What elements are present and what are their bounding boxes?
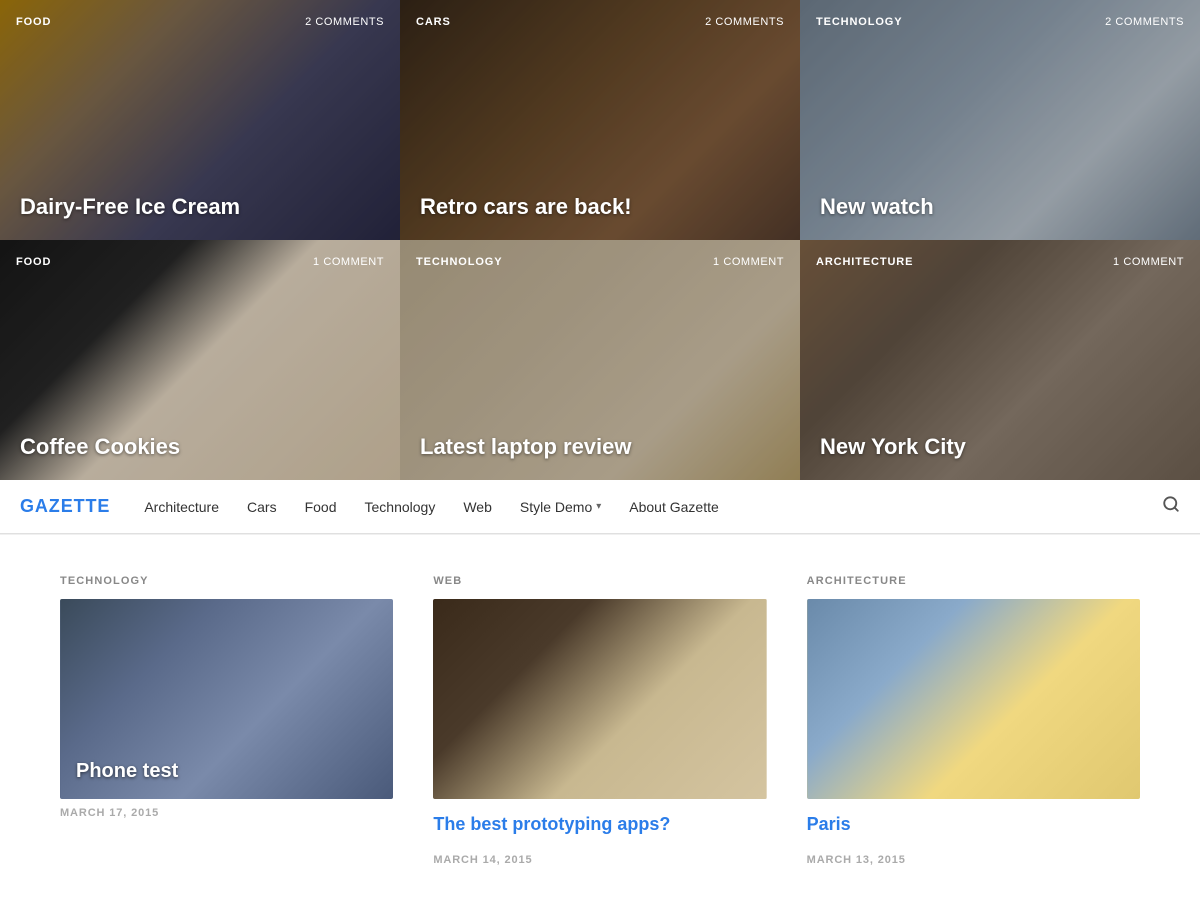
hero-comments-5: 1 COMMENT (713, 256, 784, 268)
nav-item-architecture[interactable]: Architecture (130, 480, 233, 534)
nav-item-web[interactable]: Web (449, 480, 506, 534)
post-title-3[interactable]: Paris (807, 813, 1140, 836)
post-image-paris[interactable] (807, 599, 1140, 799)
hero-category-architecture: ARCHITECTURE (816, 256, 913, 268)
hero-title-1: Dairy-Free Ice Cream (20, 194, 380, 220)
post-title-2[interactable]: The best prototyping apps? (433, 813, 766, 836)
post-date-3: MARCH 13, 2015 (807, 854, 1140, 866)
hero-comments-2: 2 COMMENTS (705, 16, 784, 28)
nav-item-about[interactable]: About Gazette (615, 480, 733, 534)
nav-item-technology[interactable]: Technology (351, 480, 450, 534)
hero-category-cars: CARS (416, 16, 451, 28)
nav-item-food[interactable]: Food (291, 480, 351, 534)
brand-logo[interactable]: GAZETTE (0, 496, 130, 517)
post-category-3: ARCHITECTURE (807, 575, 1140, 587)
post-card-prototyping: WEB The best prototyping apps? MARCH 14,… (433, 575, 766, 866)
hero-category-technology-1: TECHNOLOGY (816, 16, 902, 28)
post-date-1: MARCH 17, 2015 (60, 807, 393, 819)
post-card-paris: ARCHITECTURE Paris MARCH 13, 2015 (807, 575, 1140, 866)
post-category-1: TECHNOLOGY (60, 575, 393, 587)
post-card-phone: TECHNOLOGY Phone test MARCH 17, 2015 (60, 575, 393, 866)
hero-comments-4: 1 COMMENT (313, 256, 384, 268)
nav-menu: Architecture Cars Food Technology Web St… (130, 480, 1142, 534)
hero-grid: FOOD 2 COMMENTS Dairy-Free Ice Cream CAR… (0, 0, 1200, 480)
dropdown-arrow-icon: ▾ (596, 501, 601, 512)
hero-item-nyc[interactable]: ARCHITECTURE 1 COMMENT New York City (800, 240, 1200, 480)
hero-comments-1: 2 COMMENTS (305, 16, 384, 28)
post-date-2: MARCH 14, 2015 (433, 854, 766, 866)
hero-item-watch[interactable]: TECHNOLOGY 2 COMMENTS New watch (800, 0, 1200, 240)
hero-title-3: New watch (820, 194, 1180, 220)
search-button[interactable] (1142, 495, 1200, 518)
hero-category-food-1: FOOD (16, 16, 51, 28)
hero-title-5: Latest laptop review (420, 434, 780, 460)
hero-title-2: Retro cars are back! (420, 194, 780, 220)
post-image-phone[interactable]: Phone test (60, 599, 393, 799)
hero-item-cookies[interactable]: FOOD 1 COMMENT Coffee Cookies (0, 240, 400, 480)
hero-category-food-2: FOOD (16, 256, 51, 268)
hero-item-retro-car[interactable]: CARS 2 COMMENTS Retro cars are back! (400, 0, 800, 240)
post-category-2: WEB (433, 575, 766, 587)
hero-category-technology-2: TECHNOLOGY (416, 256, 502, 268)
navbar: GAZETTE Architecture Cars Food Technolog… (0, 480, 1200, 534)
hero-item-ice-cream[interactable]: FOOD 2 COMMENTS Dairy-Free Ice Cream (0, 0, 400, 240)
hero-title-4: Coffee Cookies (20, 434, 380, 460)
post-image-title-1: Phone test (76, 760, 377, 783)
nav-item-style-demo[interactable]: Style Demo ▾ (506, 480, 615, 534)
hero-comments-6: 1 COMMENT (1113, 256, 1184, 268)
hero-comments-3: 2 COMMENTS (1105, 16, 1184, 28)
post-grid: TECHNOLOGY Phone test MARCH 17, 2015 WEB… (0, 535, 1200, 906)
nav-item-cars[interactable]: Cars (233, 480, 291, 534)
hero-item-laptop[interactable]: TECHNOLOGY 1 COMMENT Latest laptop revie… (400, 240, 800, 480)
post-image-notebook[interactable] (433, 599, 766, 799)
hero-title-6: New York City (820, 434, 1180, 460)
